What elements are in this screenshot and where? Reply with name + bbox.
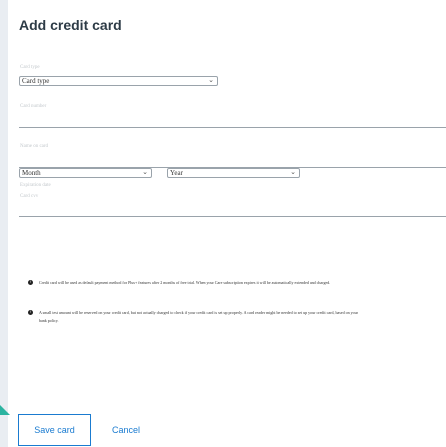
info-icon: !: [28, 280, 33, 285]
month-value: Month: [22, 169, 41, 177]
chevron-down-icon: ⌄: [142, 168, 148, 176]
chevron-down-icon: ⌄: [208, 76, 214, 84]
expiration-month-select[interactable]: Month ⌄: [19, 168, 152, 178]
card-type-select[interactable]: Card type ⌄: [19, 76, 218, 86]
cancel-button[interactable]: Cancel: [112, 425, 140, 435]
card-cvv-input[interactable]: [19, 216, 446, 217]
dialog-title: Add credit card: [19, 17, 122, 33]
card-number-input[interactable]: [19, 127, 446, 128]
info-note-default-payment: ! Credit card will be used as default pa…: [28, 280, 331, 285]
info-note-test-amount: ! A small test amount will be reserved o…: [28, 310, 358, 323]
year-value: Year: [170, 169, 183, 177]
info-icon: !: [28, 310, 33, 315]
card-number-label: Card number: [20, 104, 47, 109]
corner-marker: [0, 405, 10, 415]
card-type-label: Card type: [20, 65, 40, 70]
card-cvv-label: Card cvv: [20, 194, 39, 199]
add-credit-card-dialog: Add credit card Card type Card type ⌄ Ca…: [8, 0, 446, 447]
card-type-value: Card type: [22, 77, 50, 85]
name-on-card-label: Name on card: [20, 144, 49, 149]
expiration-date-label: Expiration date: [20, 183, 51, 188]
save-card-button[interactable]: Save card: [18, 414, 91, 446]
expiration-year-select[interactable]: Year ⌄: [167, 168, 300, 178]
chevron-down-icon: ⌄: [290, 168, 296, 176]
